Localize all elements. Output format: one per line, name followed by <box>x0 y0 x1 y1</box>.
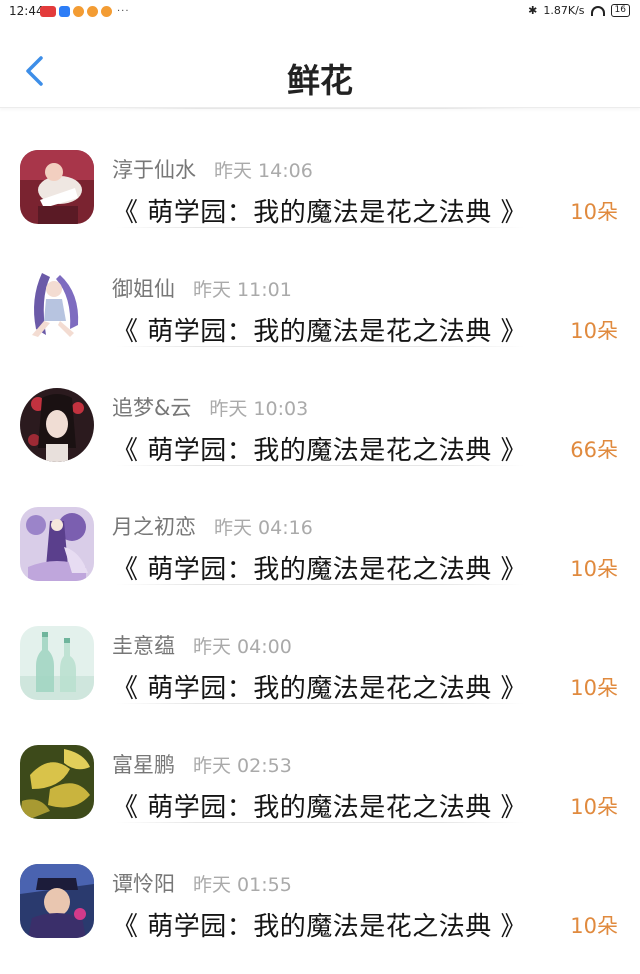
list-item[interactable]: 淳于仙水 昨天 14:06 《 萌学园：我的魔法是花之法典 》 10朵 <box>0 108 640 229</box>
timestamp: 昨天 04:16 <box>214 517 313 539</box>
flower-count: 66朵 <box>570 438 618 462</box>
avatar[interactable] <box>20 507 94 581</box>
flower-count: 10朵 <box>570 200 618 224</box>
flower-count: 10朵 <box>570 676 618 700</box>
name-line: 御姐仙 昨天 11:01 <box>112 273 292 303</box>
flower-count: 10朵 <box>570 795 618 819</box>
flower-count: 10朵 <box>570 319 618 343</box>
timestamp: 昨天 01:55 <box>193 874 292 896</box>
name-line: 淳于仙水 昨天 14:06 <box>112 154 313 184</box>
timestamp: 昨天 04:00 <box>193 636 292 658</box>
weibo-icon <box>87 6 98 17</box>
battery-icon: 16 <box>610 4 630 17</box>
flower-count: 10朵 <box>570 914 618 938</box>
status-bar: 12:44 ··· ✱ 1.87K/s 16 <box>0 0 640 26</box>
status-right: ✱ 1.87K/s 16 <box>528 4 630 17</box>
divider <box>116 346 524 347</box>
timestamp: 昨天 02:53 <box>193 755 292 777</box>
list-item[interactable]: 御姐仙 昨天 11:01 《 萌学园：我的魔法是花之法典 》 10朵 <box>0 227 640 348</box>
user-name[interactable]: 谭怜阳 <box>112 868 175 898</box>
divider <box>116 227 524 228</box>
user-name[interactable]: 追梦&云 <box>112 392 191 422</box>
page-title: 鲜花 <box>287 61 353 100</box>
name-line: 追梦&云 昨天 10:03 <box>112 392 308 422</box>
red-app-icon <box>40 6 56 17</box>
timestamp: 昨天 11:01 <box>193 279 292 301</box>
list-item[interactable]: 富星鹏 昨天 02:53 《 萌学园：我的魔法是花之法典 》 10朵 <box>0 703 640 824</box>
bluetooth-icon: ✱ <box>528 4 538 17</box>
user-name[interactable]: 御姐仙 <box>112 273 175 303</box>
weibo-icon <box>101 6 112 17</box>
wifi-icon <box>590 5 605 16</box>
book-title[interactable]: 《 萌学园：我的魔法是花之法典 》 <box>112 787 527 824</box>
avatar[interactable] <box>20 626 94 700</box>
book-title[interactable]: 《 萌学园：我的魔法是花之法典 》 <box>112 430 527 467</box>
timestamp: 昨天 10:03 <box>209 398 309 420</box>
name-line: 富星鹏 昨天 02:53 <box>112 749 292 779</box>
more-notifications-icon: ··· <box>117 6 130 17</box>
divider <box>116 584 524 585</box>
book-title[interactable]: 《 萌学园：我的魔法是花之法典 》 <box>112 906 527 943</box>
avatar[interactable] <box>20 269 94 343</box>
name-line: 月之初恋 昨天 04:16 <box>112 511 313 541</box>
flower-list: 淳于仙水 昨天 14:06 《 萌学园：我的魔法是花之法典 》 10朵 御姐仙 … <box>0 108 640 943</box>
flower-count: 10朵 <box>570 557 618 581</box>
divider <box>116 108 524 109</box>
notification-icons: ··· <box>40 6 130 17</box>
list-item[interactable]: 圭意蕴 昨天 04:00 《 萌学园：我的魔法是花之法典 》 10朵 <box>0 584 640 705</box>
book-title[interactable]: 《 萌学园：我的魔法是花之法典 》 <box>112 311 527 348</box>
book-title[interactable]: 《 萌学园：我的魔法是花之法典 》 <box>112 549 527 586</box>
network-speed: 1.87K/s <box>543 4 585 17</box>
list-item[interactable]: 追梦&云 昨天 10:03 《 萌学园：我的魔法是花之法典 》 66朵 <box>0 346 640 467</box>
book-title[interactable]: 《 萌学园：我的魔法是花之法典 》 <box>112 192 527 229</box>
list-item[interactable]: 谭怜阳 昨天 01:55 《 萌学园：我的魔法是花之法典 》 10朵 <box>0 822 640 943</box>
divider <box>116 822 524 823</box>
header: 鲜花 <box>0 26 640 108</box>
blue-app-icon <box>59 6 70 17</box>
user-name[interactable]: 富星鹏 <box>112 749 175 779</box>
user-name[interactable]: 圭意蕴 <box>112 630 175 660</box>
list-item[interactable]: 月之初恋 昨天 04:16 《 萌学园：我的魔法是花之法典 》 10朵 <box>0 465 640 586</box>
book-title[interactable]: 《 萌学园：我的魔法是花之法典 》 <box>112 668 527 705</box>
divider <box>116 465 524 466</box>
weibo-icon <box>73 6 84 17</box>
avatar[interactable] <box>20 150 94 224</box>
user-name[interactable]: 月之初恋 <box>112 511 196 541</box>
timestamp: 昨天 14:06 <box>214 160 313 182</box>
avatar[interactable] <box>20 864 94 938</box>
avatar[interactable] <box>20 388 94 462</box>
divider <box>116 703 524 704</box>
user-name[interactable]: 淳于仙水 <box>112 154 196 184</box>
avatar[interactable] <box>20 745 94 819</box>
status-time: 12:44 <box>9 4 44 18</box>
name-line: 谭怜阳 昨天 01:55 <box>112 868 292 898</box>
name-line: 圭意蕴 昨天 04:00 <box>112 630 292 660</box>
